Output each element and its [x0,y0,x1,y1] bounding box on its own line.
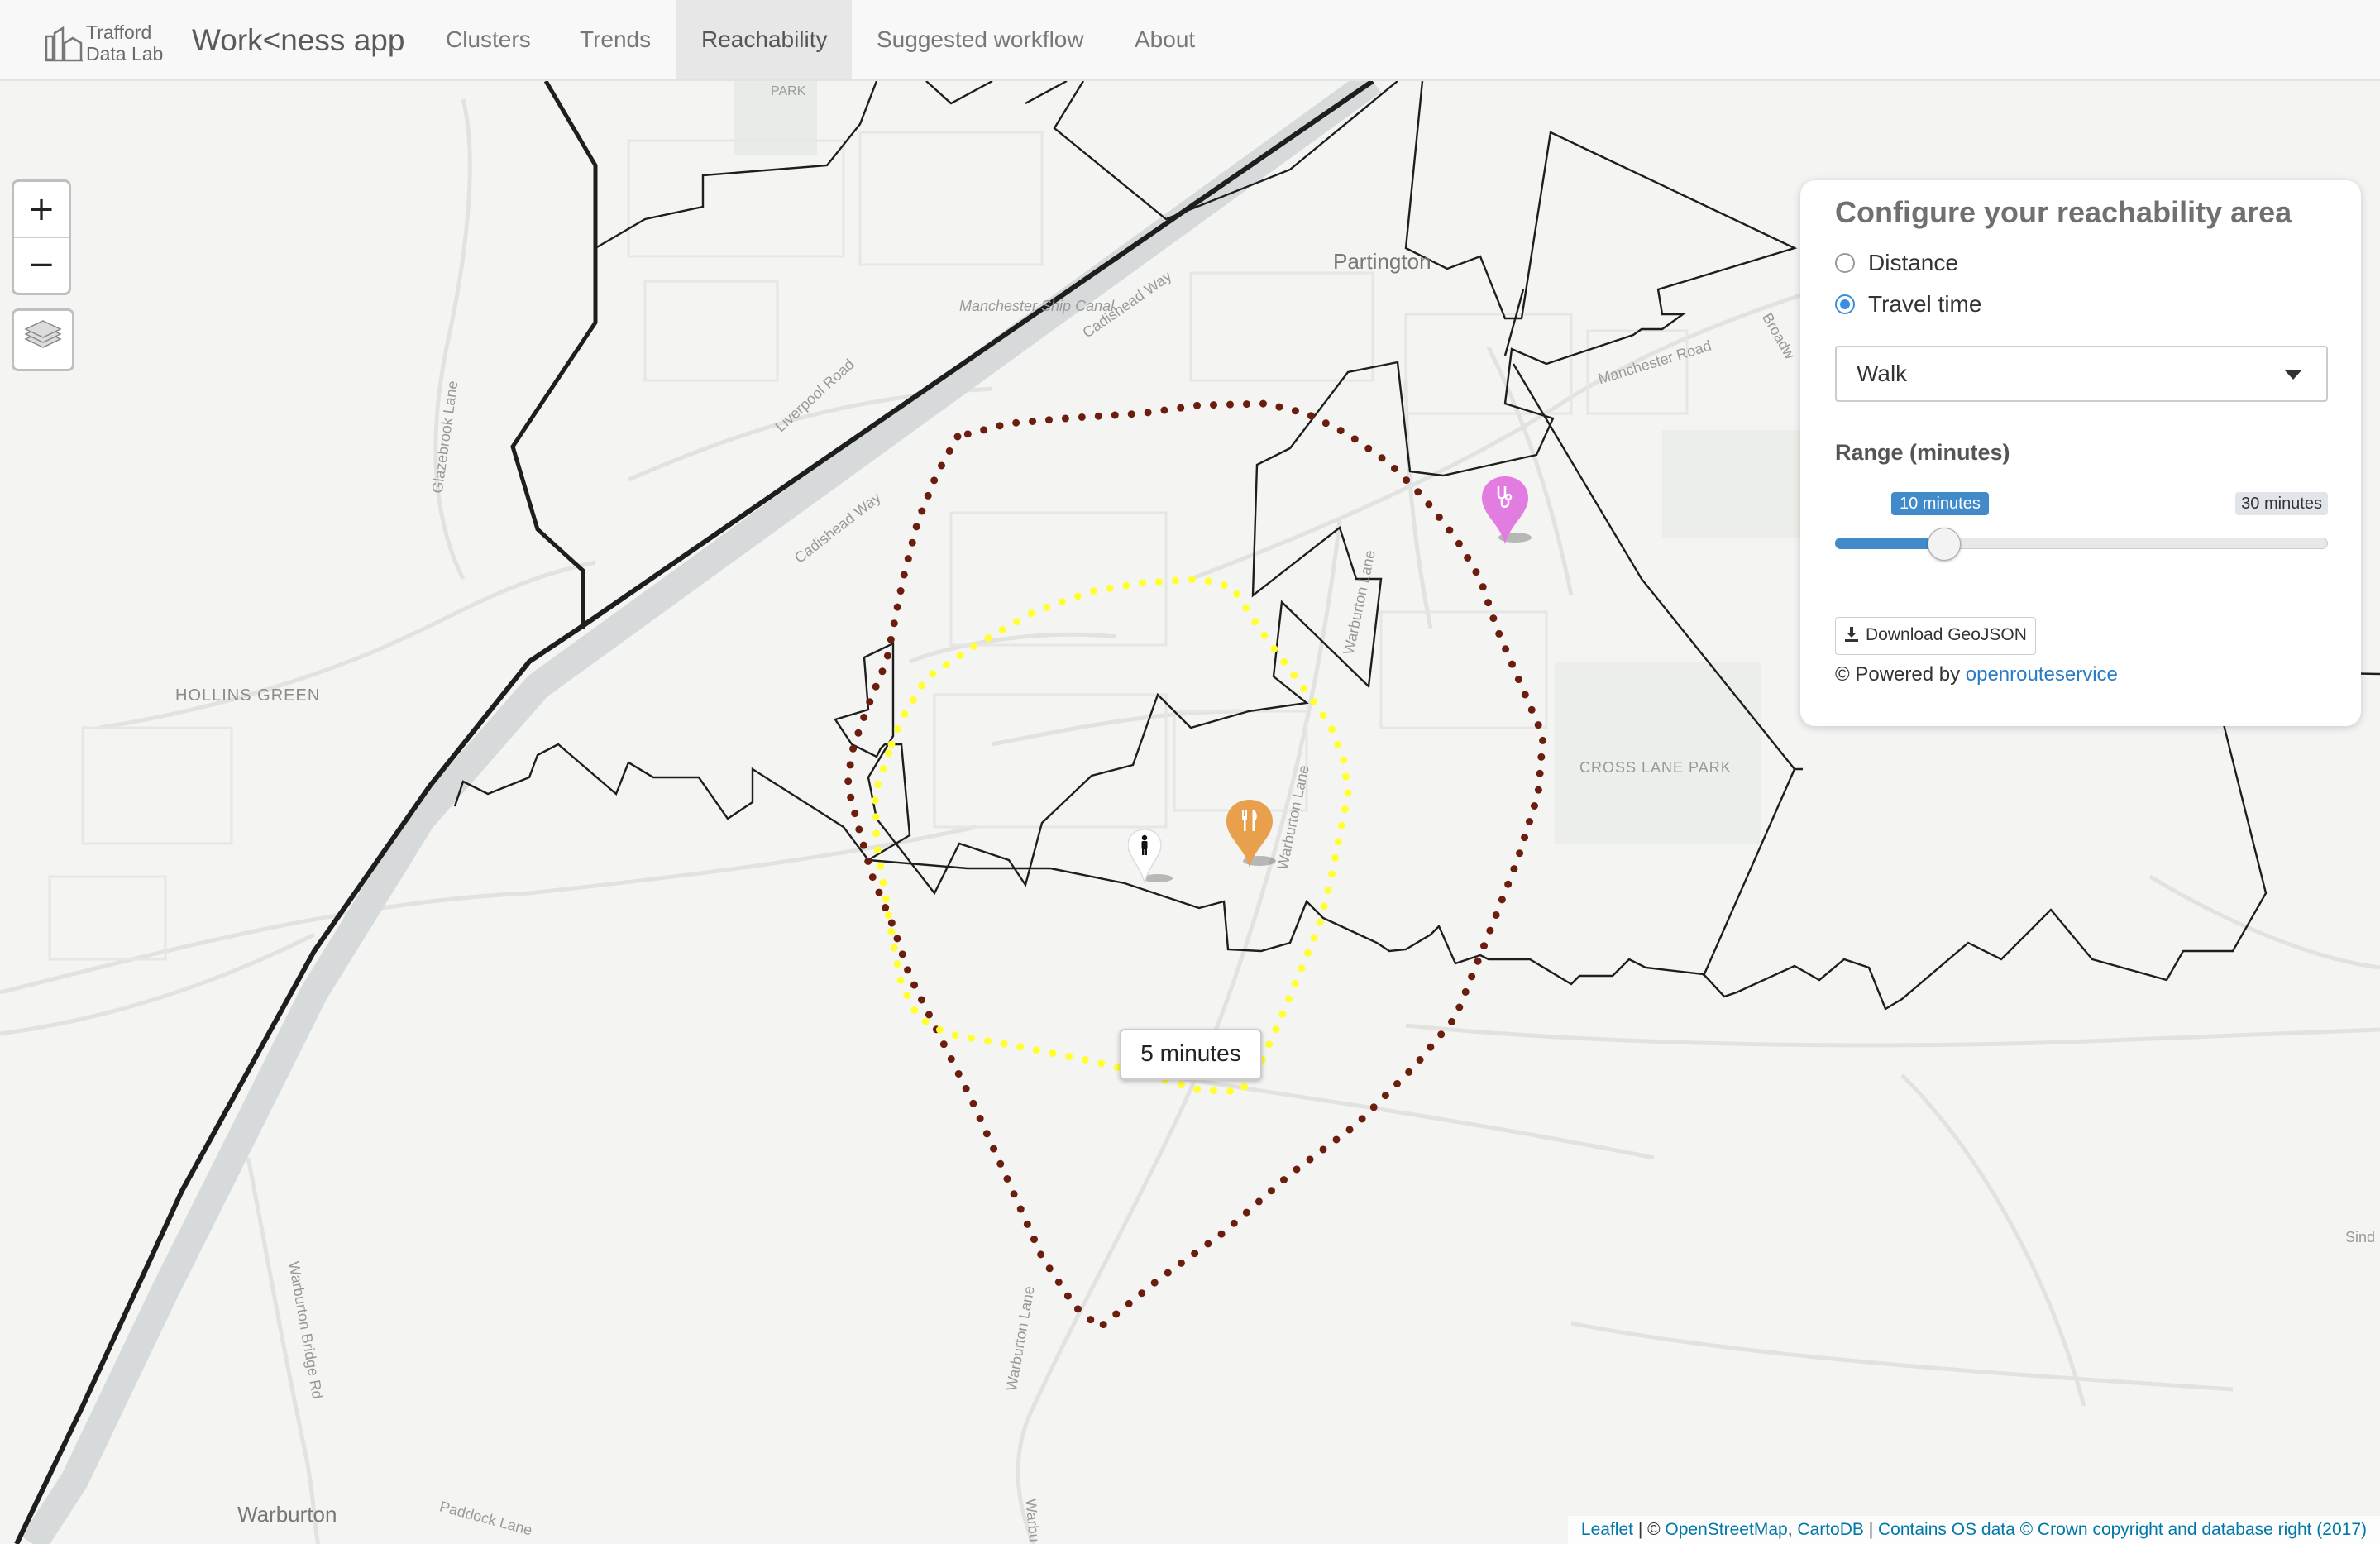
layers-icon [24,320,62,348]
download-icon [1845,627,1858,642]
slider-max-label: 30 minutes [2235,492,2328,515]
logo-icon[interactable] [43,25,84,63]
navbar: Trafford Data Lab Work<ness app Clusters… [0,0,2380,81]
leaflet-link[interactable]: Leaflet [1581,1520,1633,1539]
person-marker[interactable] [1127,825,1178,896]
logo-text-line2: Data Lab [86,43,164,65]
place-label-cross-lane-park: CROSS LANE PARK [1579,759,1732,776]
place-label-warburton: Warburton [237,1502,337,1527]
radio-distance-button[interactable] [1835,253,1855,273]
app-brand[interactable]: Work<ness app [192,23,404,58]
road-label-sinderland: Sind [2345,1229,2376,1245]
green-area [1662,430,1803,538]
range-label: Range (minutes) [1835,440,2010,465]
nav-trends[interactable]: Trends [555,0,676,79]
slider-value-label: 10 minutes [1891,492,1989,515]
railway-line [14,81,1374,1544]
ship-canal [21,81,1381,1544]
zoom-control: + − [12,179,71,295]
restaurant-marker[interactable] [1225,798,1283,877]
logo-text[interactable]: Trafford Data Lab [86,22,163,65]
powered-by-prefix: © Powered by [1835,663,1966,686]
isochrone-tooltip: 5 minutes [1120,1029,1262,1080]
nav-suggested-workflow[interactable]: Suggested workflow [852,0,1129,79]
reachability-panel: Configure your reachability area Distanc… [1800,180,2361,726]
attribution-sep2: | [1863,1520,1879,1539]
cartodb-link[interactable]: CartoDB [1797,1520,1864,1539]
building-blocks [48,131,1689,961]
road-label-warburton-lane-4: Warbu [1022,1498,1043,1543]
zoom-in-button[interactable]: + [14,182,69,238]
range-slider-handle[interactable] [1928,528,1961,561]
health-marker[interactable] [1480,475,1538,553]
travel-mode-value: Walk [1857,361,1908,386]
logo-text-line1: Trafford [86,22,152,43]
attribution-comma: , [1787,1520,1798,1539]
place-label-hollins-green: HOLLINS GREEN [175,686,321,705]
map-attribution: Leaflet | © OpenStreetMap, CartoDB | Con… [1567,1516,2380,1544]
radio-travel-time-label[interactable]: Travel time [1868,288,1981,321]
download-geojson-label: Download GeoJSON [1866,625,2027,644]
road-label-ship-canal: Manchester Ship Canal [959,298,1115,314]
panel-title: Configure your reachability area [1835,195,2292,229]
powered-by: © Powered by openrouteservice [1835,663,2118,686]
zoom-out-button[interactable]: − [14,237,69,292]
layers-button[interactable] [12,308,74,371]
download-geojson-button[interactable]: Download GeoJSON [1835,617,2036,655]
ward-boundary-west [510,81,598,629]
map-canvas[interactable]: Partington HOLLINS GREEN Warburton CROSS… [0,81,2380,1544]
openrouteservice-link[interactable]: openrouteservice [1966,663,2118,686]
attribution-sep1: | © [1632,1520,1666,1539]
osm-link[interactable]: OpenStreetMap [1665,1520,1787,1539]
nav-about[interactable]: About [1110,0,1222,79]
caret-down-icon [2285,370,2301,380]
radio-distance-label[interactable]: Distance [1868,246,1958,280]
radio-travel-time-button[interactable] [1835,294,1855,314]
nav-reachability[interactable]: Reachability [676,0,852,79]
place-label-park: PARK [771,84,806,98]
travel-mode-select[interactable]: Walk [1835,346,2328,402]
place-label-partington: Partington [1333,249,1431,274]
os-data-link[interactable]: Contains OS data © Crown copyright and d… [1878,1520,2367,1539]
nav-clusters[interactable]: Clusters [421,0,555,79]
